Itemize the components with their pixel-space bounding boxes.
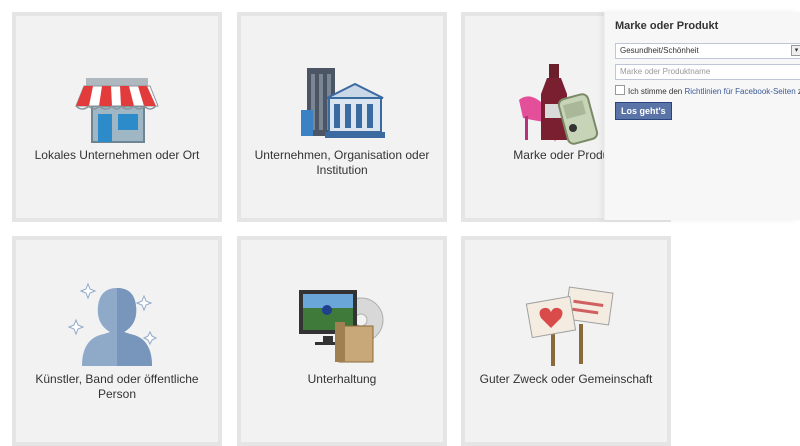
tile-local-business[interactable]: Lokales Unternehmen oder Ort [12, 12, 222, 222]
terms-prefix: Ich stimme den [628, 87, 685, 96]
tv-media-icon [299, 290, 384, 363]
terms-checkbox[interactable] [615, 85, 625, 95]
submit-button[interactable]: Los geht's [615, 102, 672, 120]
tile-label: Künstler, Band oder öffentliche Person [35, 372, 199, 401]
brand-product-form: Marke oder Produkt Gesundheit/Schönheit … [604, 12, 800, 220]
product-name-input[interactable]: Marke oder Produktname [615, 64, 800, 80]
form-title: Marke oder Produkt [615, 20, 719, 32]
tile-cause-community[interactable]: Guter Zweck oder Gemeinschaft [461, 236, 671, 446]
category-select[interactable]: Gesundheit/Schönheit ▾ [615, 43, 800, 59]
store-awning-icon [75, 78, 159, 143]
terms-suffix: zu [797, 87, 800, 96]
person-silhouette-icon [67, 282, 158, 366]
tile-label: Unterhaltung [307, 372, 377, 386]
tile-label: Unternehmen, Organisation oder Instituti… [254, 148, 430, 177]
protest-signs-icon [525, 286, 614, 366]
tile-label: Guter Zweck oder Gemeinschaft [479, 372, 653, 386]
tile-entertainment[interactable]: Unterhaltung [237, 236, 447, 446]
office-buildings-icon [301, 68, 385, 138]
category-selected-value: Gesundheit/Schönheit [620, 46, 699, 55]
tile-company-organization[interactable]: Unternehmen, Organisation oder Instituti… [237, 12, 447, 222]
chevron-down-icon[interactable]: ▾ [791, 45, 800, 56]
terms-agreement: Ich stimme den Richtlinien für Facebook-… [615, 85, 800, 97]
tile-artist-band[interactable]: Künstler, Band oder öffentliche Person [12, 236, 222, 446]
terms-link[interactable]: Richtlinien für Facebook-Seiten [684, 87, 795, 96]
tile-label: Lokales Unternehmen oder Ort [34, 148, 200, 162]
